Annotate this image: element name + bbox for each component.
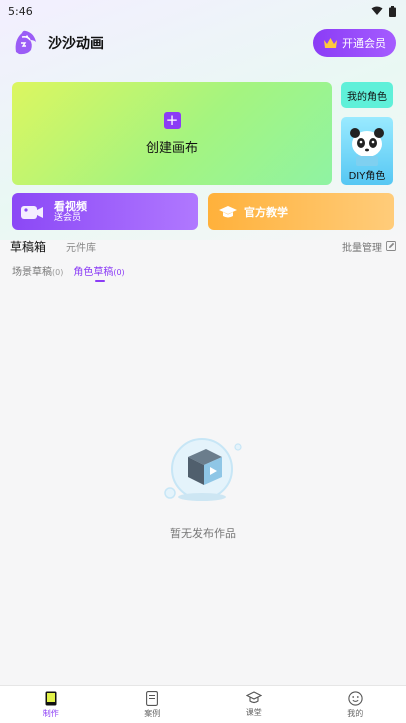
edit-icon — [386, 241, 396, 251]
wifi-icon — [371, 6, 383, 15]
nav-label: 制作 — [42, 708, 59, 718]
nav-mine[interactable]: 我的 — [305, 686, 406, 723]
nav-make[interactable]: 制作 — [0, 686, 102, 723]
battery-icon — [389, 5, 396, 17]
empty-state: 暂无发布作品 — [153, 435, 253, 555]
tab-components[interactable]: 元件库 — [66, 239, 96, 254]
brand: 沙沙动画 — [10, 28, 104, 58]
watch-video-title: 看视频 — [54, 199, 87, 213]
nav-label: 案例 — [144, 708, 161, 718]
watch-video-card[interactable]: 看视频 送会员 — [12, 193, 198, 230]
diy-role-label: DIY角色 — [348, 171, 386, 182]
app-header: 沙沙动画 开通会员 — [10, 26, 396, 60]
graduation-cap-icon — [219, 205, 237, 217]
sub-tab-count: (0) — [52, 267, 64, 277]
sub-tab-label: 角色草稿 — [73, 266, 114, 278]
sub-tab-role-drafts[interactable]: 角色草稿(0) — [73, 263, 125, 282]
open-vip-label: 开通会员 — [342, 37, 386, 50]
open-vip-button[interactable]: 开通会员 — [313, 29, 396, 57]
batch-manage-button[interactable]: 批量管理 — [342, 239, 396, 254]
video-camera-icon — [21, 205, 43, 219]
create-canvas-label: 创建画布 — [145, 140, 198, 156]
sub-tab-scene-drafts[interactable]: 场景草稿(0) — [12, 263, 63, 278]
panda-icon — [350, 128, 384, 166]
sub-tab-label: 场景草稿 — [12, 266, 52, 278]
nav-classroom[interactable]: 课堂 — [203, 686, 305, 723]
nav-cases[interactable]: 案例 — [102, 686, 204, 723]
main-tabs: 草稿箱 元件库 批量管理 — [10, 236, 396, 256]
bottom-nav: 制作 案例 课堂 我的 — [0, 685, 406, 723]
document-icon — [146, 690, 159, 706]
tab-drafts[interactable]: 草稿箱 — [10, 238, 46, 255]
create-canvas-card[interactable]: + 创建画布 — [12, 82, 332, 185]
watch-video-subtitle: 送会员 — [54, 212, 82, 223]
official-tutorial-label: 官方教学 — [244, 205, 288, 219]
diy-role-card[interactable]: DIY角色 — [341, 117, 393, 185]
my-role-label: 我的角色 — [347, 91, 387, 103]
crown-icon — [324, 38, 337, 48]
batch-manage-label: 批量管理 — [342, 242, 382, 254]
empty-state-text: 暂无发布作品 — [170, 527, 236, 540]
sub-tab-count: (0) — [113, 267, 125, 277]
plus-icon: + — [163, 111, 181, 129]
nav-label: 课堂 — [245, 708, 262, 717]
app-name: 沙沙动画 — [48, 36, 104, 52]
sub-tabs: 场景草稿(0) 角色草稿(0) — [12, 260, 212, 282]
status-bar: 5:46 — [0, 0, 406, 22]
graduation-cap-icon — [245, 691, 262, 704]
status-time: 5:46 — [8, 4, 33, 18]
shark-logo-icon — [15, 30, 36, 55]
official-tutorial-card[interactable]: 官方教学 — [208, 193, 394, 230]
make-phone-icon — [45, 691, 57, 705]
nav-label: 我的 — [347, 708, 364, 718]
my-role-card[interactable]: 我的角色 — [341, 82, 393, 108]
empty-box-illustration — [164, 438, 242, 501]
smiley-face-icon — [348, 690, 363, 706]
